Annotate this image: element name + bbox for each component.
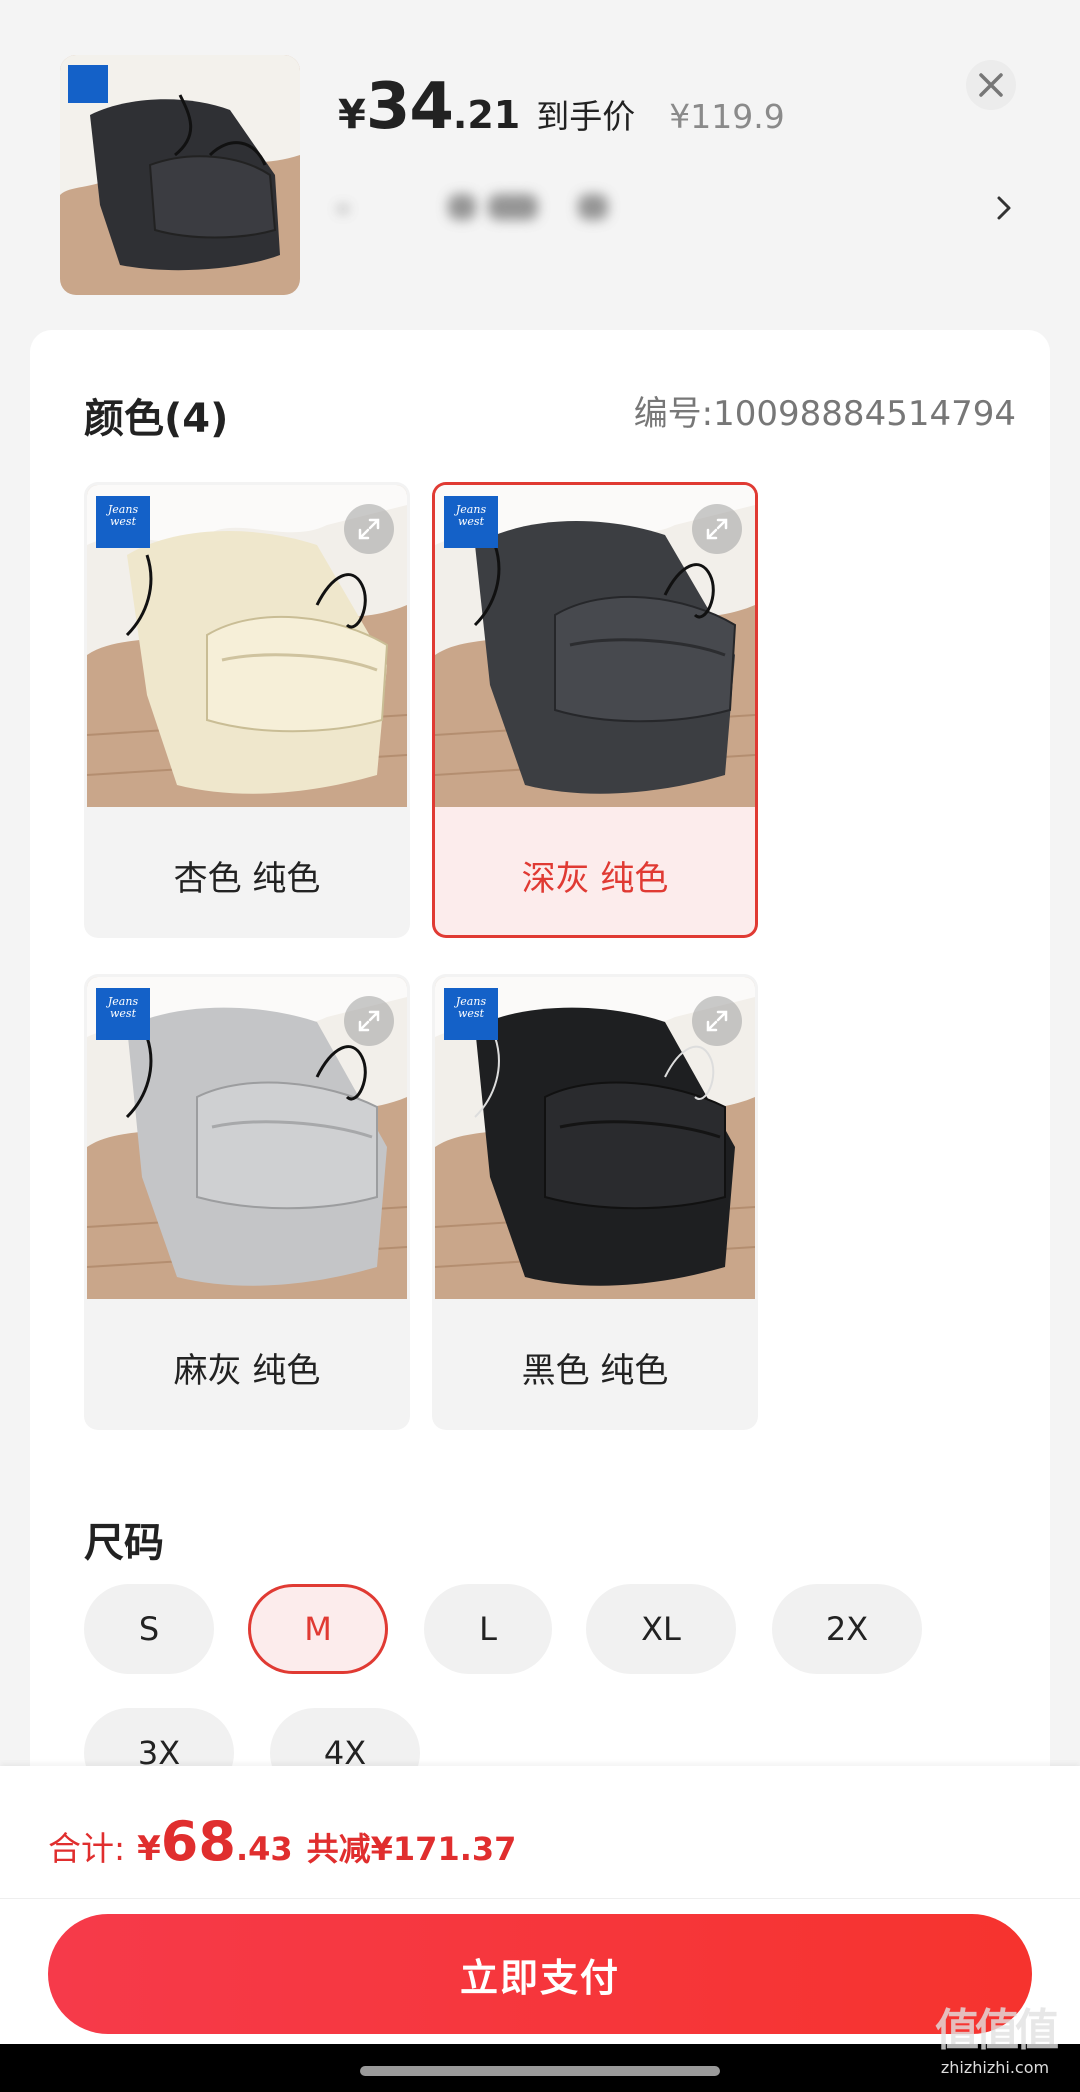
product-code: 编号:10098884514794 (633, 394, 1016, 434)
color-option-label: 杏色 纯色 (173, 858, 321, 899)
color-option-label: 麻灰 纯色 (173, 1350, 321, 1391)
price-row: ¥ 34 .21 到手价 ¥119.9 (338, 70, 785, 144)
chevron-right-icon[interactable] (994, 188, 1016, 228)
blurred-address[interactable] (338, 188, 638, 228)
pay-now-button[interactable]: 立即支付 (48, 1914, 1032, 2034)
size-option-m[interactable]: M (248, 1584, 388, 1674)
expand-icon (706, 518, 728, 540)
color-option-dark-gray[interactable]: Jeans west 深灰 纯色 (432, 482, 758, 938)
total-currency: ¥ (137, 1829, 161, 1869)
color-section-title: 颜色(4) (84, 396, 229, 442)
size-option-2x[interactable]: 2X (772, 1584, 922, 1674)
site-watermark: 值值值 zhizhizhi.com (930, 1994, 1060, 2077)
original-price: ¥119.9 (669, 97, 785, 136)
color-option-heather-gray[interactable]: Jeans west 麻灰 纯色 (84, 974, 410, 1430)
watermark-logo: 值值值 (935, 2005, 1059, 2056)
color-option-label: 黑色 纯色 (521, 1350, 669, 1391)
brand-logo: Jeans west (96, 988, 150, 1040)
sku-panel: 颜色(4) 编号:10098884514794 Jeanswest 杏色 纯色 (30, 330, 1050, 1810)
brand-logo: Jeans west (444, 988, 498, 1040)
expand-icon (358, 1010, 380, 1032)
close-icon (979, 73, 1003, 97)
total-integer: 68 (160, 1810, 236, 1873)
home-gesture-handle[interactable] (360, 2066, 720, 2076)
color-option-apricot[interactable]: Jeans west 杏色 纯色 (84, 482, 410, 938)
expand-icon (706, 1010, 728, 1032)
watermark-url: zhizhizhi.com (940, 2058, 1050, 2077)
product-header: ¥ 34 .21 到手价 ¥119.9 (0, 0, 1080, 330)
expand-image-button[interactable] (344, 504, 394, 554)
size-option-l[interactable]: L (424, 1584, 552, 1674)
product-thumbnail (60, 55, 300, 295)
brand-logo: Jeans west (444, 496, 498, 548)
expand-image-button[interactable] (344, 996, 394, 1046)
expand-icon (358, 518, 380, 540)
size-option-s[interactable]: S (84, 1584, 214, 1674)
total-label: 合计: (48, 1829, 126, 1868)
size-option-xl[interactable]: XL (586, 1584, 736, 1674)
size-section-title: 尺码 (84, 1520, 164, 1566)
checkout-footer: 合计: ¥ 68 .43 共减¥171.37 立即支付 (0, 1766, 1080, 2044)
total-saving: 共减¥171.37 (306, 1830, 517, 1868)
brand-logo: Jeans west (96, 496, 150, 548)
total-decimal: .43 (235, 1830, 293, 1868)
price-currency: ¥ (338, 92, 366, 138)
order-total: 合计: ¥ 68 .43 共减¥171.37 (48, 1810, 516, 1873)
divider (0, 1898, 1080, 1899)
price-label: 到手价 (536, 97, 636, 136)
color-option-label: 深灰 纯色 (521, 858, 669, 899)
expand-image-button[interactable] (692, 504, 742, 554)
close-button[interactable] (966, 60, 1016, 110)
expand-image-button[interactable] (692, 996, 742, 1046)
price-integer: 34 (365, 70, 454, 144)
color-option-black[interactable]: Jeans west 黑色 纯色 (432, 974, 758, 1430)
price-decimal: .21 (452, 93, 521, 137)
